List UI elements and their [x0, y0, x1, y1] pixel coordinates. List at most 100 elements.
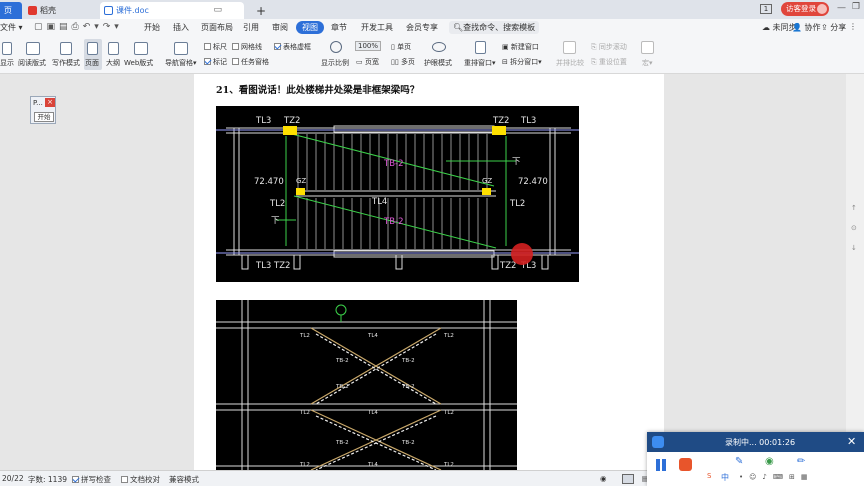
markup-checkbox[interactable]: 标记: [204, 57, 227, 67]
pen-icon[interactable]: ✏: [797, 456, 805, 467]
sogou-ime-icon[interactable]: S: [707, 472, 711, 480]
tab-home[interactable]: 页: [0, 2, 22, 19]
word-doc-icon: [104, 6, 113, 15]
sec-label-tb2-1a: TB-2: [335, 358, 349, 364]
page-indicator[interactable]: 20/22: [2, 474, 24, 483]
menu-bar: 文件 ▾ ▢▣▤⎙↶▾↷▾ 开始 插入 页面布局 引用 审阅 视图 章节 开发工…: [0, 19, 864, 37]
vertical-scrollbar[interactable]: ↑ ⊙ ↓: [846, 74, 864, 470]
scroll-tool-icon-2[interactable]: ⊙: [851, 224, 857, 232]
search-box[interactable]: 🔍︎查找命令、搜索模板: [449, 21, 540, 34]
quick-access-toolbar[interactable]: ▢▣▤⎙↶▾↷▾: [34, 22, 123, 32]
table-gridlines-checkbox[interactable]: 表格虚框: [274, 42, 311, 52]
more-menu-icon[interactable]: ⋮: [849, 22, 857, 31]
sync-scroll-button: ⎘ 同步滚动: [591, 43, 627, 51]
ruler-check[interactable]: [204, 43, 211, 50]
page-view-icon: [87, 42, 98, 55]
collaborate-button[interactable]: 👤 协作: [792, 22, 821, 33]
ime-lang[interactable]: 中: [721, 472, 729, 483]
menu-review[interactable]: 审阅: [272, 22, 288, 33]
nav-pane-icon[interactable]: [174, 42, 188, 55]
nav-pane-button[interactable]: 导航窗格▾: [165, 58, 197, 68]
tab-document-label: 课件.doc: [116, 6, 149, 15]
menu-page-layout[interactable]: 页面布局: [201, 22, 233, 33]
share-button[interactable]: ⇪ 分享: [821, 22, 846, 33]
label-tl3-bottom-left: TL3: [255, 261, 271, 271]
web-layout-icon[interactable]: [134, 42, 148, 55]
scroll-tool-icon-1[interactable]: ↑: [851, 204, 857, 212]
doc-proof-button[interactable]: 文档校对: [121, 474, 160, 485]
side-by-side-icon: [563, 41, 576, 54]
scroll-tool-icon-3[interactable]: ↓: [851, 244, 857, 252]
tab-document[interactable]: 课件.doc ▭: [100, 2, 244, 19]
new-window-button[interactable]: ▣ 新建窗口: [502, 42, 539, 52]
camera-toggle-icon[interactable]: ◉: [765, 456, 774, 467]
tab-display-icon[interactable]: ▭: [213, 5, 222, 15]
multi-page-button[interactable]: ▯▯ 多页: [391, 57, 415, 67]
markup-check[interactable]: [204, 58, 211, 65]
table-gridlines-check[interactable]: [274, 43, 281, 50]
pause-icon[interactable]: [662, 459, 666, 471]
menu-view[interactable]: 视图: [296, 21, 324, 34]
sec-label-tb2-2b: TB-2: [401, 440, 415, 446]
sec-label-tl2-1a: TL2: [299, 333, 310, 339]
label-tl2-left: TL2: [269, 199, 285, 209]
sec-label-tb2-3b: TB-2: [401, 384, 415, 390]
menu-references[interactable]: 引用: [243, 22, 259, 33]
sec-label-tl2-3b: TL2: [443, 462, 454, 468]
page-width-button[interactable]: ▭ 页宽: [356, 57, 379, 67]
reading-mode-icon[interactable]: [26, 42, 40, 55]
menu-chapter[interactable]: 章节: [331, 22, 347, 33]
recorder-close-icon[interactable]: ✕: [847, 435, 856, 448]
mini-start-button[interactable]: 开始: [34, 112, 54, 122]
stop-icon[interactable]: [679, 458, 692, 471]
tab-bar: 页 稻壳 课件.doc ▭ + 1 访客登录 — ❐: [0, 0, 864, 19]
zoom-icon[interactable]: [330, 41, 342, 53]
minimize-icon[interactable]: —: [837, 3, 846, 13]
avatar: [817, 4, 827, 14]
close-icon[interactable]: ×: [45, 98, 55, 107]
menu-insert[interactable]: 插入: [173, 22, 189, 33]
split-window-button[interactable]: ⊟ 拆分窗口▾: [502, 57, 542, 67]
menu-member[interactable]: 会员专享: [406, 22, 438, 33]
outline-icon[interactable]: [108, 42, 119, 55]
menu-home[interactable]: 开始: [144, 22, 160, 33]
task-pane-checkbox[interactable]: 任务窗格: [232, 57, 269, 67]
rearrange-window-button[interactable]: 重排窗口▾: [464, 58, 496, 68]
floating-mini-panel[interactable]: P... × 开始: [30, 96, 56, 124]
guest-login-button[interactable]: 访客登录: [781, 2, 829, 16]
window-count-badge[interactable]: 1: [760, 4, 772, 14]
show-icon[interactable]: [2, 42, 12, 55]
eye-icon[interactable]: [432, 42, 446, 52]
eye-protect-icon[interactable]: ◉: [600, 474, 607, 483]
label-tl3-top-left: TL3: [255, 116, 271, 126]
sec-label-tl4-1: TL4: [367, 333, 378, 339]
daoke-icon: [28, 6, 37, 15]
task-pane-check[interactable]: [232, 58, 239, 65]
tab-daoke-label: 稻壳: [40, 6, 56, 15]
sec-label-tl2-2b: TL2: [443, 410, 454, 416]
ime-toolbar-icons[interactable]: •☺♪⌨⊞▦: [739, 473, 813, 481]
restore-icon[interactable]: ❐: [852, 2, 860, 12]
recording-status: 录制中... 00:01:26: [725, 438, 796, 447]
annotate-icon[interactable]: ✎: [735, 456, 743, 467]
sec-label-tl2-1b: TL2: [443, 333, 454, 339]
sec-label-tb2-3a: TB-2: [335, 384, 349, 390]
menu-developer[interactable]: 开发工具: [361, 22, 393, 33]
menu-file[interactable]: 文件 ▾: [0, 22, 23, 33]
label-tb2-upper: TB-2: [383, 159, 404, 169]
rearrange-icon[interactable]: [475, 41, 486, 54]
spell-check-button[interactable]: 拼写检查: [72, 474, 111, 485]
zoom-100-button[interactable]: 100%: [355, 41, 382, 51]
stair-plan-drawing: TL3 TZ2 TZ2 TL3 TB-2 72.470 GZ GZ 72.470…: [216, 106, 579, 282]
word-count[interactable]: 字数: 1139: [28, 474, 67, 485]
tab-daoke[interactable]: 稻壳: [24, 2, 98, 19]
new-tab-button[interactable]: +: [252, 2, 266, 19]
page-view-status-icon[interactable]: [622, 474, 634, 484]
gridlines-check[interactable]: [232, 43, 239, 50]
stair-section-drawing: TL4 TL2 TL2 TB-2 TB-2 TL4 TL2 TL2 TB-2 T…: [216, 300, 517, 470]
pause-icon-bar1[interactable]: [656, 459, 660, 471]
single-page-button[interactable]: ▯ 单页: [391, 42, 411, 52]
gridlines-checkbox[interactable]: 网格线: [232, 42, 262, 52]
ruler-checkbox[interactable]: 标尺: [204, 42, 227, 52]
writing-mode-icon[interactable]: [60, 42, 72, 55]
